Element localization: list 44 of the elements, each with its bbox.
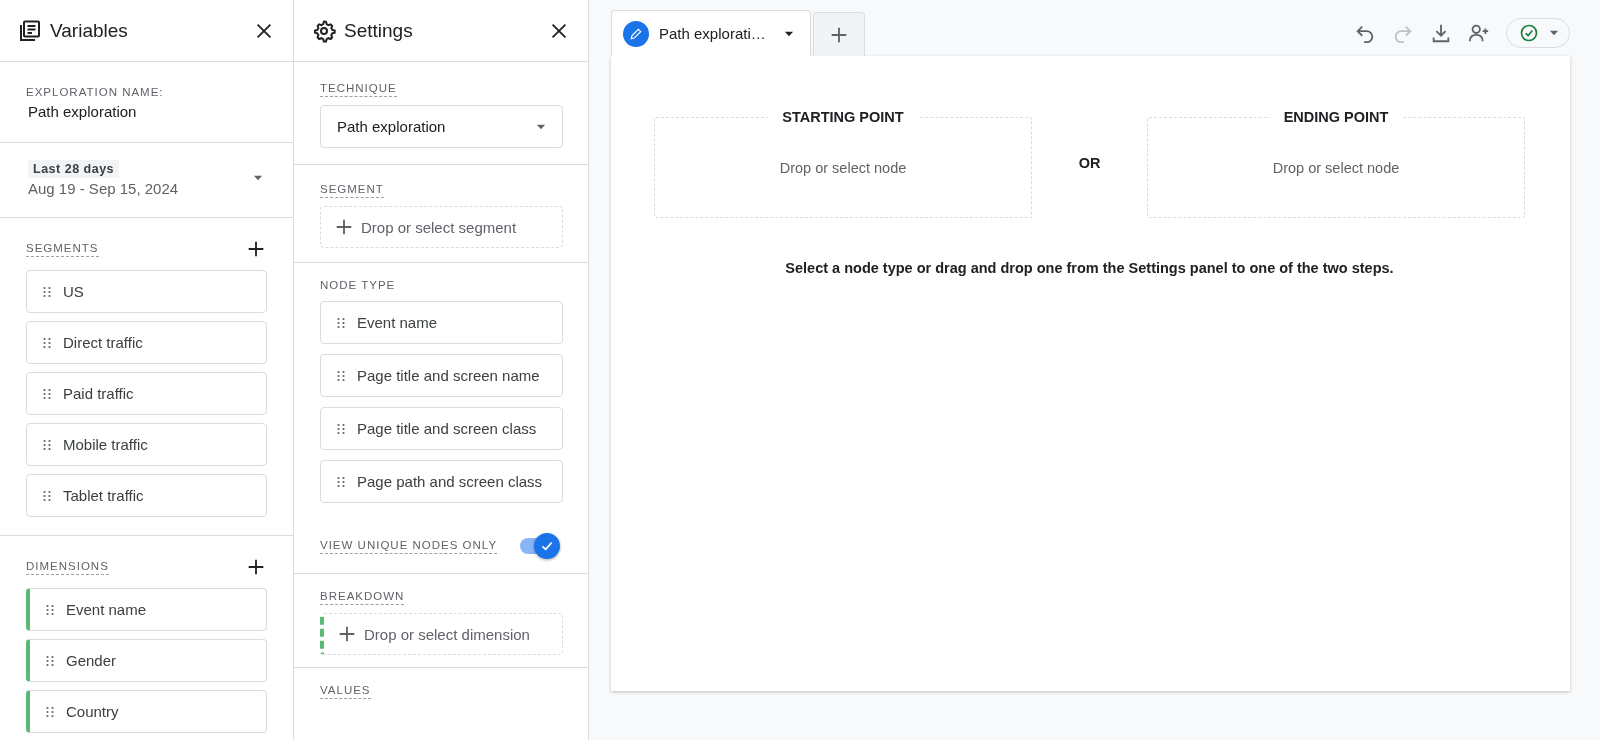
segment-chip[interactable]: Mobile traffic (26, 423, 267, 466)
dimension-drop-zone[interactable]: Drop or select dimension (320, 613, 563, 655)
step-title: STARTING POINT (768, 109, 918, 125)
check-circle-icon (1519, 23, 1539, 43)
dimension-chip[interactable]: Event name (26, 588, 267, 631)
section-label: VIEW UNIQUE NODES ONLY (320, 538, 498, 554)
or-label: OR (1077, 155, 1102, 171)
starting-point-drop-zone[interactable]: STARTING POINT Drop or select node (654, 108, 1032, 218)
field-label: EXPLORATION NAME: (26, 86, 164, 100)
node-type-chip[interactable]: Page path and screen class (320, 460, 563, 503)
exploration-tab[interactable]: Path explorati… (611, 10, 811, 56)
section-label: BREAKDOWN (320, 590, 405, 605)
instruction-text: Select a node type or drag and drop one from the Settings panel to one of the two steps. (785, 260, 1394, 276)
section-label: NODE TYPE (320, 279, 396, 293)
document-stack-icon (18, 18, 42, 43)
segment-chip[interactable]: Direct traffic (26, 321, 267, 364)
panel-title: Settings (344, 19, 414, 42)
date-preset-badge: Last 28 days (28, 160, 120, 178)
settings-icon (312, 18, 336, 43)
technique-dropdown[interactable]: Path exploration (320, 105, 563, 148)
section-label: SEGMENT (320, 183, 384, 198)
section-label: VALUES (320, 684, 371, 699)
node-type-chip[interactable]: Page title and screen class (320, 407, 563, 450)
exploration-name[interactable]: Path exploration (28, 103, 137, 120)
section-label: TECHNIQUE (320, 82, 397, 97)
pencil-icon (629, 26, 643, 41)
new-tab-button[interactable] (813, 12, 865, 56)
segment-chip[interactable]: US (26, 270, 267, 313)
segment-chip[interactable]: Tablet traffic (26, 474, 267, 517)
segment-drop-zone[interactable]: Drop or select segment (320, 206, 563, 248)
section-label: SEGMENTS (26, 241, 99, 257)
node-type-chip[interactable]: Page title and screen name (320, 354, 563, 397)
segment-chip[interactable]: Paid traffic (26, 372, 267, 415)
dimension-chip[interactable]: Country (26, 690, 267, 733)
ending-point-drop-zone[interactable]: ENDING POINT Drop or select node (1147, 108, 1525, 218)
dimension-chip[interactable]: Gender (26, 639, 267, 682)
step-title: ENDING POINT (1269, 109, 1403, 125)
download-icon[interactable] (1430, 22, 1452, 44)
section-label: DIMENSIONS (26, 559, 109, 575)
status-button[interactable] (1506, 18, 1570, 48)
date-range[interactable]: Aug 19 - Sep 15, 2024 (28, 180, 179, 197)
node-type-chip[interactable]: Event name (320, 301, 563, 344)
panel-title: Variables (50, 19, 129, 42)
add-person-icon[interactable] (1468, 22, 1490, 44)
